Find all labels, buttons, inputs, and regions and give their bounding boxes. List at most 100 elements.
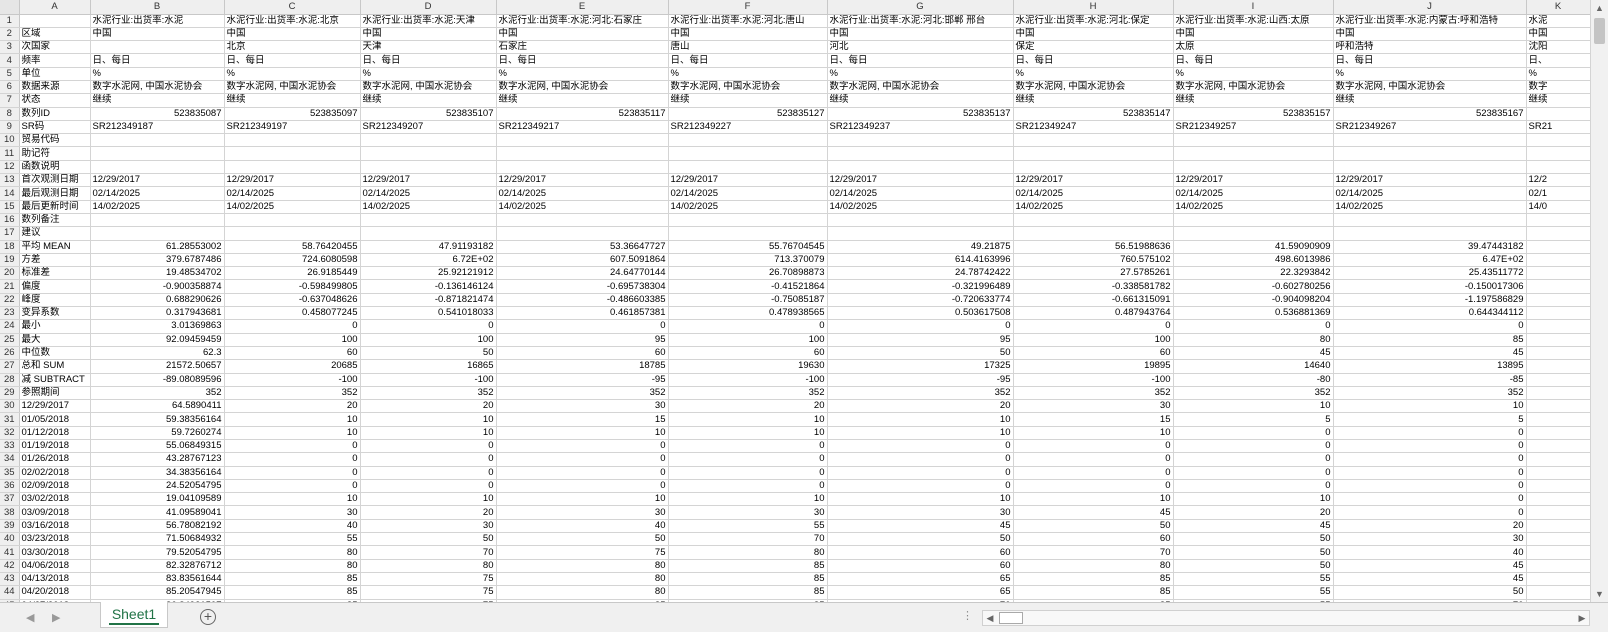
data-cell[interactable]: 0.503617508	[827, 306, 1014, 321]
row-header[interactable]: 8	[0, 107, 20, 121]
data-cell[interactable]: 71.50684932	[90, 532, 225, 547]
data-cell[interactable]: 0	[360, 479, 497, 494]
data-cell[interactable]: 56.78082192	[90, 519, 225, 534]
column-header-f[interactable]: F	[668, 0, 828, 15]
data-cell[interactable]: 19.48534702	[90, 266, 225, 281]
data-cell[interactable]	[224, 146, 361, 161]
data-cell[interactable]: 25.92121912	[360, 266, 497, 281]
data-cell[interactable]: %	[224, 67, 361, 81]
row-label-cell[interactable]: 03/09/2018	[19, 505, 91, 520]
data-cell[interactable]	[1526, 466, 1590, 480]
data-cell[interactable]	[1013, 146, 1174, 161]
data-cell[interactable]: 10	[224, 492, 361, 507]
data-cell[interactable]: %	[1526, 67, 1590, 81]
data-cell[interactable]: 数字水泥网, 中国水泥协会	[827, 80, 1014, 95]
data-cell[interactable]: 55.76704545	[668, 240, 828, 254]
data-cell[interactable]: 继续	[668, 93, 828, 108]
data-cell[interactable]: 0	[1173, 452, 1334, 467]
data-cell[interactable]: 继续	[360, 93, 497, 108]
data-cell[interactable]: 日、每日	[827, 53, 1014, 68]
row-label-cell[interactable]: 04/06/2018	[19, 559, 91, 573]
data-cell[interactable]	[360, 160, 497, 175]
row-header[interactable]: 9	[0, 120, 20, 135]
row-label-cell[interactable]: 04/13/2018	[19, 572, 91, 587]
data-cell[interactable]: 523835097	[224, 107, 361, 121]
triangle-right-icon[interactable]: ▶	[52, 611, 60, 624]
data-cell[interactable]: 12/29/2017	[1333, 173, 1527, 188]
data-cell[interactable]: 45	[1333, 572, 1527, 587]
data-cell[interactable]: 22.3293842	[1173, 266, 1334, 281]
data-cell[interactable]: 5	[1333, 412, 1527, 427]
row-header[interactable]: 35	[0, 466, 20, 480]
data-cell[interactable]: 0	[1333, 426, 1527, 441]
data-cell[interactable]: 58.76420455	[224, 240, 361, 254]
data-cell[interactable]: 18785	[496, 359, 669, 374]
data-cell[interactable]: 80	[496, 585, 669, 600]
data-cell[interactable]: 10	[668, 412, 828, 427]
data-cell[interactable]	[1173, 226, 1334, 241]
data-cell[interactable]: 724.6080598	[224, 253, 361, 268]
data-cell[interactable]: 0	[224, 466, 361, 480]
data-cell[interactable]: SR212349197	[224, 120, 361, 135]
row-label-cell[interactable]: 方差	[19, 253, 91, 268]
data-cell[interactable]: 85	[224, 572, 361, 587]
data-cell[interactable]: 水泥行业:出货率:水泥:河北:邯郸 邢台	[827, 14, 1014, 28]
data-cell[interactable]	[1526, 279, 1590, 294]
data-cell[interactable]: 0	[360, 466, 497, 480]
row-header[interactable]: 40	[0, 532, 20, 547]
data-cell[interactable]: 12/29/2017	[827, 173, 1014, 188]
data-cell[interactable]	[1013, 160, 1174, 175]
data-cell[interactable]: 352	[224, 386, 361, 401]
data-cell[interactable]	[827, 160, 1014, 175]
data-cell[interactable]: 60	[1013, 346, 1174, 361]
data-cell[interactable]: 0	[360, 439, 497, 454]
data-cell[interactable]	[827, 226, 1014, 241]
data-cell[interactable]: 0	[1173, 479, 1334, 494]
data-cell[interactable]: 95	[827, 333, 1014, 347]
row-header[interactable]: 16	[0, 213, 20, 228]
data-cell[interactable]: %	[668, 67, 828, 81]
data-cell[interactable]: 数字水泥网, 中国水泥协会	[668, 80, 828, 95]
select-all-corner[interactable]	[0, 0, 20, 15]
data-cell[interactable]	[1526, 293, 1590, 308]
data-cell[interactable]: 83.83561644	[90, 572, 225, 587]
scroll-right-icon[interactable]: ▶	[1575, 611, 1589, 625]
column-header-j[interactable]: J	[1333, 0, 1527, 15]
data-cell[interactable]: 14/02/2025	[1333, 200, 1527, 214]
row-header[interactable]: 23	[0, 306, 20, 321]
row-label-cell[interactable]: 最大	[19, 333, 91, 347]
data-cell[interactable]: -0.637048626	[224, 293, 361, 308]
data-cell[interactable]: -95	[827, 373, 1014, 387]
data-cell[interactable]: 20	[827, 399, 1014, 414]
data-cell[interactable]: 80	[668, 545, 828, 560]
row-header[interactable]: 15	[0, 200, 20, 214]
data-cell[interactable]: %	[90, 67, 225, 81]
data-cell[interactable]: -0.486603385	[496, 293, 669, 308]
spreadsheet-grid[interactable]: ABCDEFGHIJK 1 水泥行业:出货率:水泥 水泥行业:出货率:水泥:北京 水泥…	[0, 0, 1590, 602]
data-cell[interactable]: 0.461857381	[496, 306, 669, 321]
data-cell[interactable]	[1526, 519, 1590, 534]
row-header[interactable]: 13	[0, 173, 20, 188]
column-header-c[interactable]: C	[224, 0, 361, 15]
data-cell[interactable]: 523835137	[827, 107, 1014, 121]
data-cell[interactable]: 352	[668, 386, 828, 401]
row-label-cell[interactable]: 01/12/2018	[19, 426, 91, 441]
row-label-cell[interactable]: 中位数	[19, 346, 91, 361]
data-cell[interactable]: 日、每日	[668, 53, 828, 68]
data-cell[interactable]: 352	[1013, 386, 1174, 401]
data-cell[interactable]: 水泥行业:出货率:水泥	[90, 14, 225, 28]
data-cell[interactable]: 352	[496, 386, 669, 401]
data-cell[interactable]: 20	[668, 399, 828, 414]
data-cell[interactable]: 50	[1173, 545, 1334, 560]
data-cell[interactable]: 3.01369863	[90, 319, 225, 334]
data-cell[interactable]: 0	[668, 452, 828, 467]
data-cell[interactable]: 10	[827, 492, 1014, 507]
data-cell[interactable]: 15	[1013, 412, 1174, 427]
data-cell[interactable]: 47.91193182	[360, 240, 497, 254]
data-cell[interactable]: 10	[360, 426, 497, 441]
data-cell[interactable]: 数字水泥网, 中国水泥协会	[496, 80, 669, 95]
data-cell[interactable]: 水泥行业:出货率:水泥:河北:唐山	[668, 14, 828, 28]
data-cell[interactable]: %	[1173, 67, 1334, 81]
row-header[interactable]: 25	[0, 333, 20, 347]
horizontal-scrollbar[interactable]: ◀ ▶	[982, 610, 1590, 626]
